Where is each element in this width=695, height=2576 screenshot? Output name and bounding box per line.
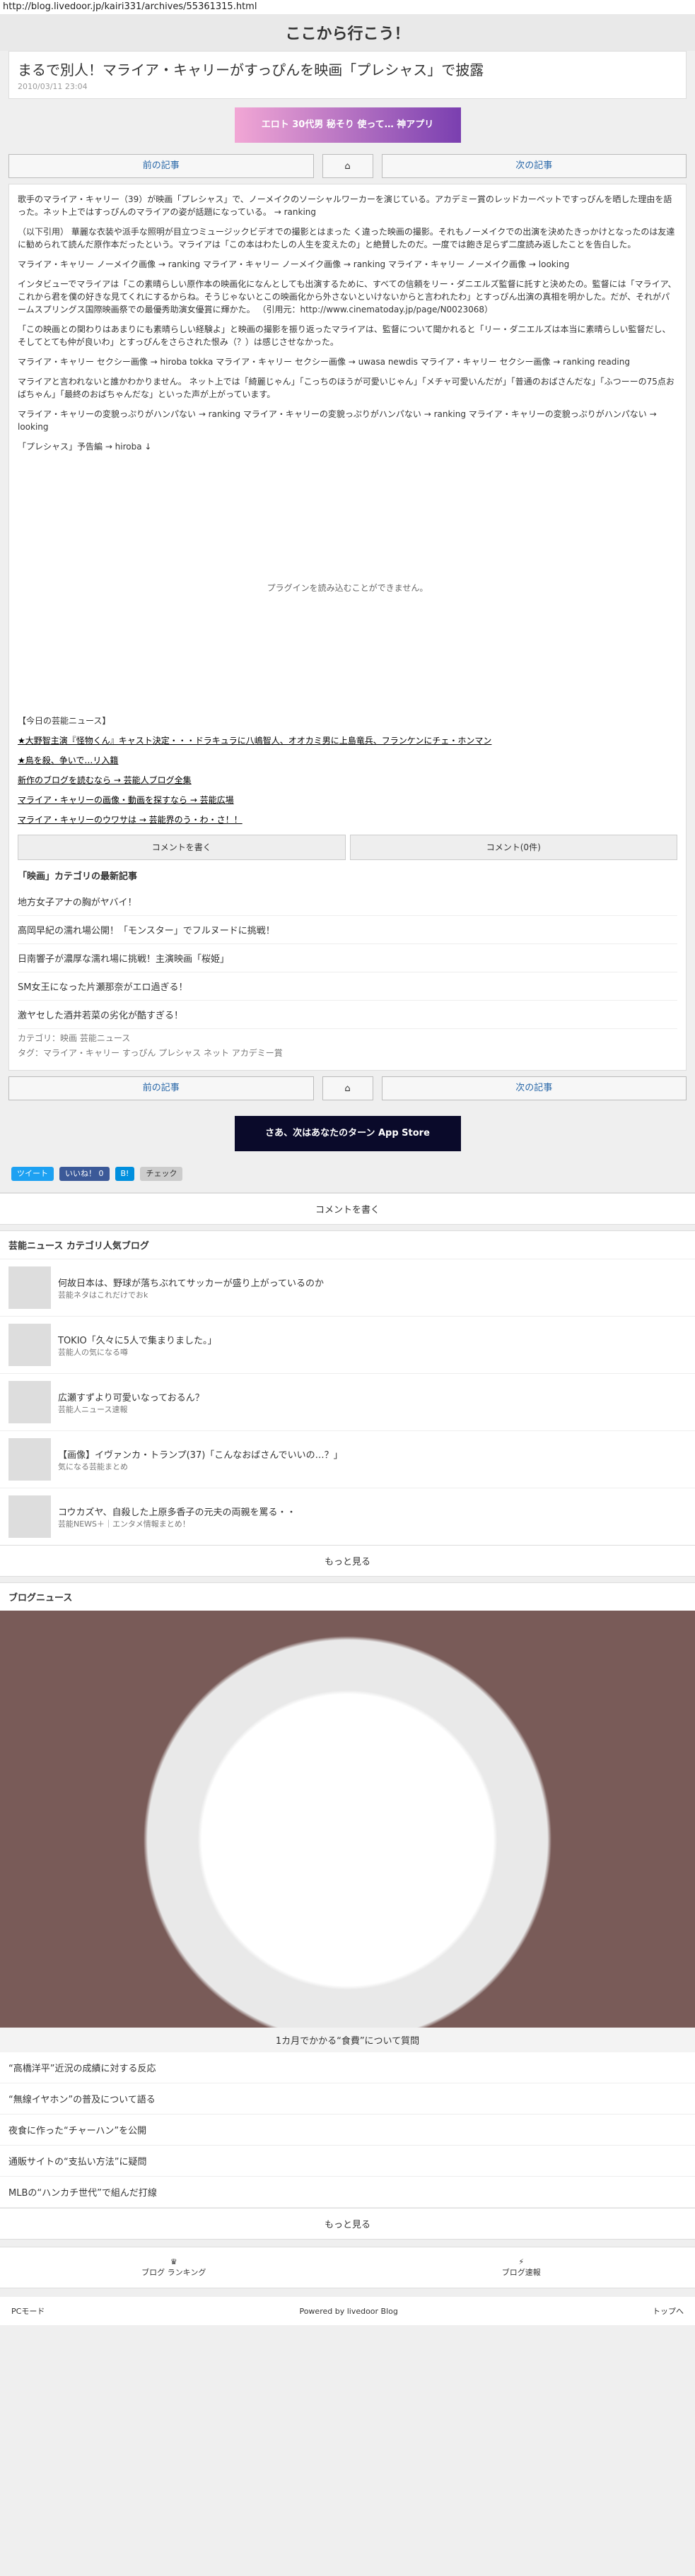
article-title: まるで別人！マライア・キャリーがすっぴんを映画「プレシャス」で披露 [18,61,484,78]
blog-thumbnail [8,1381,51,1423]
blog-source: 芸能人ニュース速報 [58,1404,128,1414]
blog-ranking-button[interactable]: ♛ ブログ ランキング [0,2247,348,2288]
popular-blog-item[interactable]: TOKIO「久々に5人で集まりました。」 芸能人の気になる噂 [0,1316,695,1373]
bottom-navigation: ♛ ブログ ランキング ⚡ ブログ速報 [0,2247,695,2288]
photo-caption: 1カ月でかかる“食費”について質問 [0,2028,695,2052]
url-bar: http://blog.livedoor.jp/kairi331/archive… [0,0,695,14]
blog-title: 何故日本は、野球が落ちぶれてサッカーが盛り上がっているのか [58,1278,324,1289]
more-news[interactable]: もっと見る [0,2208,695,2239]
blog-source: 芸能人の気になる噂 [58,1347,128,1357]
article-date: 2010/03/11 23:04 [18,82,88,91]
article-header: まるで別人！マライア・キャリーがすっぴんを映画「プレシャス」で披露 2010/0… [8,51,687,99]
popular-blog-item[interactable]: 何故日本は、野球が落ちぶれてサッカーが盛り上がっているのか 芸能ネタはこれだけでお… [0,1259,695,1316]
blog-source: 芸能NEWS＋｜エンタメ情報まとめ！ [58,1519,190,1529]
prev-article-button-bottom[interactable]: 前の記事 [8,1076,314,1100]
related-item-3[interactable]: 日南響子が濃厚な濡れ場に挑戦！主演映画「桜姫」 [18,944,677,972]
paragraph-3: マライア・キャリー ノーメイク画像 → ranking マライア・キャリー ノー… [18,259,570,269]
page-top-link[interactable]: トップへ [653,2305,684,2317]
next-article-button[interactable]: 次の記事 [381,154,687,178]
news-item-4[interactable]: 通販サイトの“支払い方法”に疑問 [0,2146,695,2177]
blog-title: コウカズヤ、自殺した上原多香子の元夫の両親を罵る・・ [58,1507,296,1518]
check-button[interactable]: チェック [140,1167,183,1181]
related-title: 「映画」カテゴリの最新記事 [18,871,138,882]
blog-thumbnail [8,1324,51,1366]
blog-thumbnail [8,1495,51,1538]
blog-header: ここから行こう！ [0,14,695,51]
blog-link-2[interactable]: マライア・キャリーの画像・動画を探すなら → 芸能広場 [18,794,677,806]
banner-ad[interactable]: エロト 30代男 秘そり 使って… 神アプリ [234,107,461,143]
powered-by: Powered by livedoor Blog [299,2306,398,2316]
paragraph-1: 歌手のマライア・キャリー（39）が映画「プレシャス」で、ノーメイクのソーシャルワ… [18,194,672,217]
top-pager: 前の記事 ⌂ 次の記事 [0,148,695,184]
comment-actions: コメントを書く コメント(0件) [18,835,677,860]
related-item-1[interactable]: 地方女子アナの胸がヤバイ！ [18,888,677,916]
blog-link-3[interactable]: マライア・キャリーのウワサは → 芸能界のう・わ・さ！！ [18,813,677,826]
pc-mode-link[interactable]: PCモード [11,2305,45,2317]
write-comment-button[interactable]: コメントを書く [18,835,346,860]
popular-blog-item[interactable]: コウカズヤ、自殺した上原多香子の元夫の両親を罵る・・ 芸能NEWS＋｜エンタメ情報… [0,1488,695,1545]
blog-title: 広瀬すずより可愛いなっておるん？ [58,1392,204,1404]
home-button[interactable]: ⌂ [322,154,373,178]
prev-article-button[interactable]: 前の記事 [8,154,314,178]
blog-title: 【画像】イヴァンカ・トランプ(37)「こんなおばさんでいいの…？」 [58,1449,343,1461]
news-item-1[interactable]: “高橋洋平”近況の成績に対する反応 [0,2052,695,2083]
social-buttons: ツイート いいね！ 0 B! チェック [0,1161,695,1187]
news-item-2[interactable]: “無線イヤホン”の普及について語る [0,2083,695,2115]
write-comment-link[interactable]: コメントを書く [0,1193,695,1224]
home-icon: ⌂ [344,160,351,172]
blog-news-button[interactable]: ⚡ ブログ速報 [348,2247,695,2288]
paragraph-8: マライア・キャリーの変貌っぷりがハンパない → ranking マライア・キャリ… [18,409,657,432]
paragraph-7: マライアと言われないと誰かわかりません。 ネット上では「綺麗じゃん」「こっちのほ… [18,377,674,399]
news-link-1[interactable]: ★大野智主演『怪物くん』キャスト決定・・・ドラキュラに八嶋智人、オオカミ男に上島… [18,734,677,747]
news-item-5[interactable]: MLBの“ハンカチ世代”で組んだ打線 [0,2177,695,2208]
video-placeholder: プラグインを読み込むことができません。 [267,582,428,593]
news-item-3[interactable]: 夜食に作った“チャーハン”を公開 [0,2115,695,2146]
like-button[interactable]: いいね！ 0 [59,1167,110,1181]
tags-line: タグ：マライア・キャリー すっぴん プレシャス ネット アカデミー賞 [18,1048,283,1058]
blog-title: TOKIO「久々に5人で集まりました。」 [58,1335,217,1346]
home-button-bottom[interactable]: ⌂ [322,1076,373,1100]
blog-thumbnail [8,1266,51,1309]
paragraph-6: マライア・キャリー セクシー画像 → hiroba tokka マライア・キャリ… [18,357,630,367]
blog-thumbnail [8,1438,51,1481]
popular-blog-item[interactable]: 【画像】イヴァンカ・トランプ(37)「こんなおばさんでいいの…？」 気になる芸能ま… [0,1430,695,1488]
category-line: カテゴリ：映画 芸能ニュース [18,1033,131,1043]
comment-section: コメントを書く [0,1192,695,1225]
news-title: 【今日の芸能ニュース】 [18,716,111,726]
paragraph-5: 「この映画との関わりはあまりにも素晴らしい経験よ」と映画の撮影を振り返ったマライ… [18,324,671,347]
more-popular-blogs[interactable]: もっと見る [0,1545,695,1576]
news-photo [0,1611,695,2028]
app-store-ad[interactable]: さあ、次はあなたのターン App Store [234,1116,461,1151]
related-item-4[interactable]: SM女王になった片瀬那奈がエロ過ぎる！ [18,972,677,1001]
home-icon: ⌂ [344,1083,351,1094]
blog-link-1[interactable]: 新作のブログを読むなら → 芸能人ブログ全集 [18,774,677,787]
blog-news: ブログニュース 1カ月でかかる“食費”について質問 “高橋洋平”近況の成績に対す… [0,1582,695,2240]
related-item-5[interactable]: 激ヤセした酒井若菜の劣化が酷すぎる！ [18,1001,677,1029]
popular-blogs-title: 芸能ニュース カテゴリ人気ブログ [8,1241,149,1252]
crown-icon: ♛ [170,2257,177,2266]
hatena-button[interactable]: B! [115,1167,135,1181]
page-footer: PCモード Powered by livedoor Blog トップへ [0,2297,695,2325]
blog-news-title: ブログニュース [8,1593,73,1604]
article-body: 歌手のマライア・キャリー（39）が映画「プレシャス」で、ノーメイクのソーシャルワ… [8,184,687,1071]
lightning-icon: ⚡ [518,2257,525,2266]
related-item-2[interactable]: 高岡早紀の濡れ場公開！「モンスター」でフルヌードに挑戦！ [18,916,677,944]
blog-source: 芸能ネタはこれだけでおk [58,1290,148,1300]
comment-count-button[interactable]: コメント(0件) [349,835,677,860]
popular-blogs: 芸能ニュース カテゴリ人気ブログ 何故日本は、野球が落ちぶれてサッカーが盛り上が… [0,1230,695,1577]
tweet-button[interactable]: ツイート [11,1167,54,1181]
next-article-button-bottom[interactable]: 次の記事 [381,1076,687,1100]
news-link-2[interactable]: ★鳥を殺、争いで…リ入籍 [18,754,677,767]
paragraph-2: （以下引用） 華麗な衣装や派手な照明が目立つミュージックビデオでの撮影とはまった… [18,227,675,249]
blog-source: 気になる芸能まとめ [58,1462,128,1471]
paragraph-4: インタビューでマライアは「この素晴らしい原作本の映画化になんとしても出演するため… [18,279,677,314]
bottom-pager: 前の記事 ⌂ 次の記事 [0,1071,695,1106]
popular-blog-item[interactable]: 広瀬すずより可愛いなっておるん？ 芸能人ニュース速報 [0,1373,695,1430]
paragraph-9: 「プレシャス」予告編 → hiroba ↓ [18,442,152,452]
